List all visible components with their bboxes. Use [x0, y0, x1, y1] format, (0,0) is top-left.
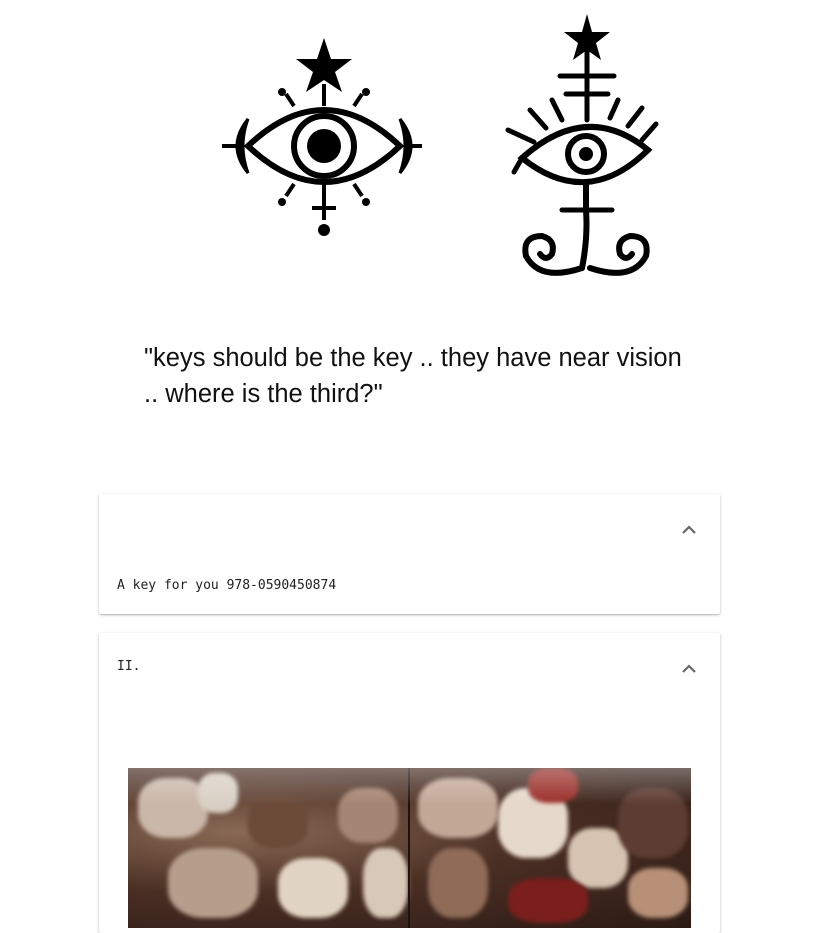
chevron-up-icon[interactable]	[680, 523, 698, 535]
card-body-text: A key for you 978-0590450874	[117, 578, 337, 593]
collage-photo	[128, 768, 691, 928]
quote-text: "keys should be the key .. they have nea…	[144, 344, 682, 408]
collapsible-card-2: II.	[99, 633, 720, 933]
collapsible-card-1: A key for you 978-0590450874	[99, 494, 720, 614]
card-title: II.	[117, 659, 141, 674]
sigil-header	[0, 0, 827, 290]
eye-with-star-sigil-icon	[222, 38, 422, 236]
eye-with-star-and-spirals-sigil-icon	[505, 14, 659, 276]
chevron-up-icon[interactable]	[680, 662, 698, 674]
